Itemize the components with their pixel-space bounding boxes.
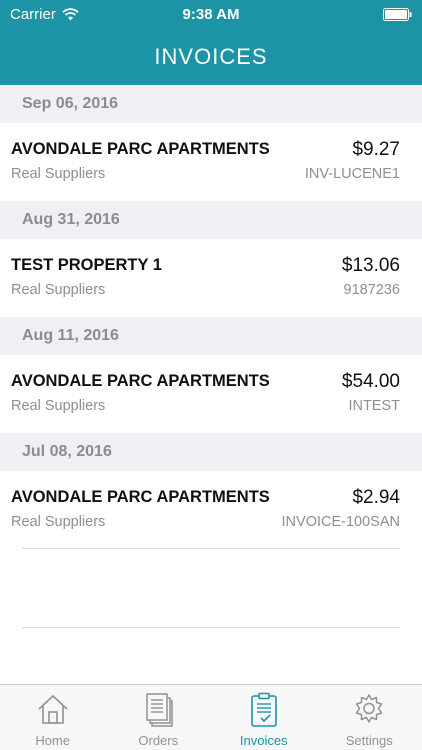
tab-bar: Home Orders Invoices Settings [0,684,422,750]
tab-home-label: Home [35,733,71,748]
tab-invoices[interactable]: Invoices [211,685,317,750]
invoice-supplier: Real Suppliers [11,398,106,414]
section-date: Jul 08, 2016 [0,433,422,471]
invoice-number: INV-LUCENE1 [304,166,400,182]
row-divider [22,548,400,549]
header: Carrier 9:38 AM INVOICES [0,0,422,85]
invoices-icon [250,692,277,727]
invoice-row[interactable]: AVONDALE PARC APARTMENTS $2.94 Real Supp… [0,471,422,549]
invoice-amount: $13.06 [341,255,400,276]
invoice-row[interactable]: TEST PROPERTY 1 $13.06 Real Suppliers 91… [0,239,422,317]
page-title: INVOICES [154,44,268,69]
tab-home[interactable]: Home [0,685,106,750]
invoice-row[interactable]: AVONDALE PARC APARTMENTS $54.00 Real Sup… [0,355,422,433]
tab-orders[interactable]: Orders [106,685,212,750]
tab-orders-label: Orders [138,733,179,748]
section-date: Sep 06, 2016 [0,85,422,123]
clock: 9:38 AM [182,6,240,23]
battery-icon [383,8,412,21]
invoice-amount: $9.27 [352,139,400,160]
row-divider [22,627,400,628]
invoice-property: AVONDALE PARC APARTMENTS [11,488,270,506]
tab-invoices-label: Invoices [239,733,288,748]
invoice-amount: $2.94 [352,487,400,508]
home-icon [38,694,68,724]
invoice-supplier: Real Suppliers [11,166,106,182]
invoice-supplier: Real Suppliers [11,282,106,298]
invoice-property: AVONDALE PARC APARTMENTS [11,140,270,158]
gear-icon [356,694,383,723]
section-date: Aug 11, 2016 [0,317,422,355]
invoice-number: INVOICE-100SAN [281,514,400,530]
status-bar: Carrier 9:38 AM [0,0,422,28]
invoice-number: 9187236 [343,282,400,298]
tab-settings-label: Settings [345,733,393,748]
invoice-property: AVONDALE PARC APARTMENTS [11,372,270,390]
tab-settings[interactable]: Settings [317,685,422,750]
orders-icon [146,693,173,727]
invoice-amount: $54.00 [341,371,400,392]
invoice-list[interactable]: Sep 06, 2016 AVONDALE PARC APARTMENTS $9… [0,85,422,549]
section-date: Aug 31, 2016 [0,201,422,239]
invoice-property: TEST PROPERTY 1 [11,256,162,274]
invoice-number: INTEST [348,398,400,414]
invoice-row[interactable]: AVONDALE PARC APARTMENTS $9.27 Real Supp… [0,123,422,201]
invoice-supplier: Real Suppliers [11,514,106,530]
